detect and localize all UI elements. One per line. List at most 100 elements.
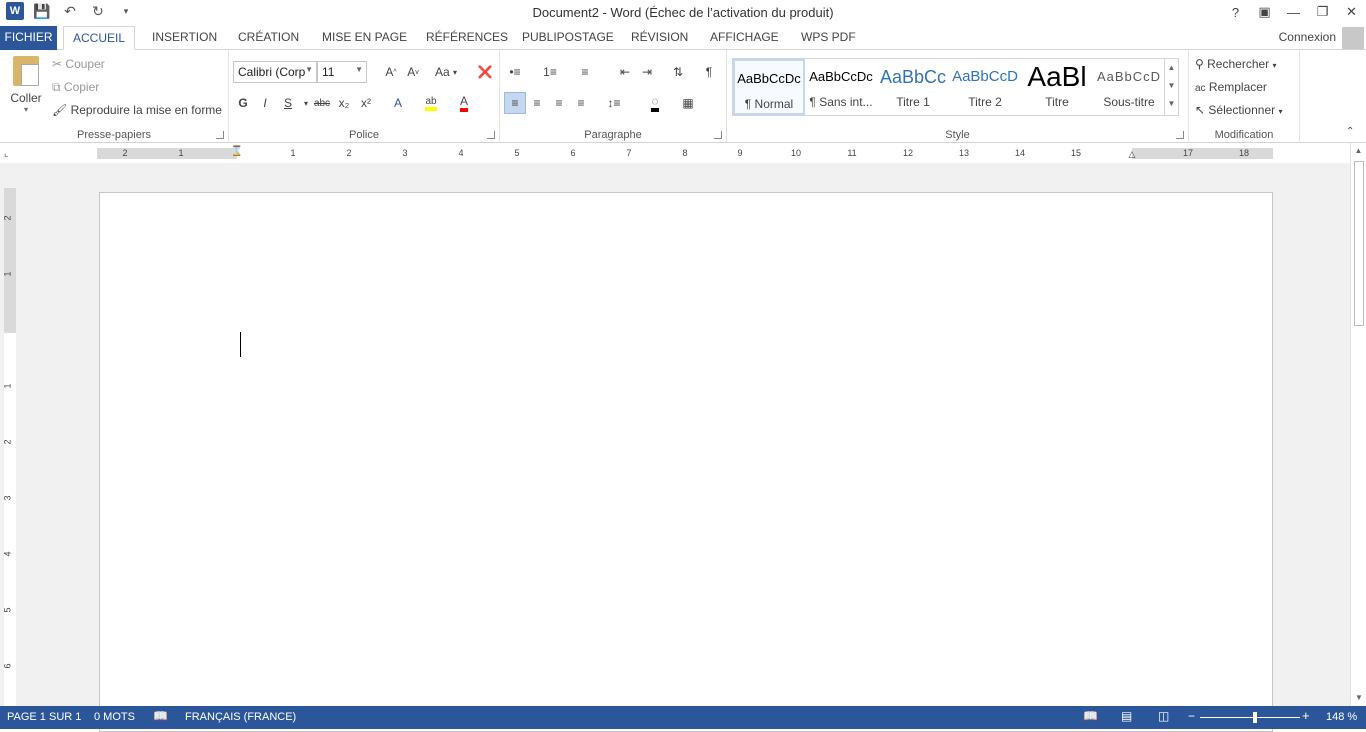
superscript-button[interactable]: x² [355, 92, 377, 114]
align-left-icon[interactable]: ≡ [504, 92, 526, 114]
tab-wps-pdf[interactable]: WPS PDF [792, 26, 865, 50]
minimize-icon[interactable]: — [1279, 0, 1308, 24]
language[interactable]: FRANÇAIS (FRANCE) [185, 711, 296, 723]
find-button[interactable]: ⚲ Rechercher ▾ [1195, 57, 1277, 71]
subscript-button[interactable]: x₂ [333, 92, 355, 114]
style-sans-interligne[interactable]: AaBbCcDc ¶ Sans int... [805, 59, 877, 115]
multilevel-list-icon[interactable]: ≡ [574, 61, 596, 83]
replace-button[interactable]: ac Remplacer [1195, 80, 1267, 94]
web-layout-icon[interactable]: ◫ [1158, 709, 1169, 723]
horizontal-ruler[interactable]: 2 1 1 2 3 4 5 6 7 8 9 10 11 12 13 14 15 … [97, 146, 1273, 160]
line-spacing-icon[interactable]: ↕≡ [603, 92, 625, 114]
style-normal[interactable]: AaBbCcDc ¶ Normal [733, 59, 805, 115]
tab-publipostage[interactable]: PUBLIPOSTAGE [513, 26, 623, 50]
document-page[interactable] [99, 192, 1273, 732]
page-count[interactable]: PAGE 1 SUR 1 [7, 711, 81, 723]
change-case-button[interactable]: Aa ▾ [431, 61, 461, 83]
ruler-tick: 3 [2, 495, 13, 501]
more-styles-icon[interactable]: ▼ [1165, 95, 1178, 113]
scroll-thumb[interactable] [1354, 161, 1364, 326]
tab-affichage[interactable]: AFFICHAGE [701, 26, 788, 50]
paste-button[interactable]: Coller ▾ [6, 56, 46, 114]
chevron-down-icon[interactable]: ▼ [305, 65, 313, 74]
justify-icon[interactable]: ≡ [570, 92, 592, 114]
font-size-combo[interactable]: 11 ▼ [317, 61, 367, 83]
chevron-down-icon[interactable]: ▾ [6, 105, 46, 114]
vertical-ruler[interactable]: 2 1 1 2 3 4 5 6 [2, 188, 16, 706]
tab-revision[interactable]: RÉVISION [622, 26, 697, 50]
dialog-launcher-icon[interactable] [1176, 131, 1184, 139]
zoom-out-icon[interactable]: − [1188, 709, 1195, 723]
chevron-down-icon[interactable]: ▼ [1165, 77, 1178, 95]
zoom-slider-thumb[interactable] [1253, 712, 1257, 723]
styles-scroll[interactable]: ▲ ▼ ▼ [1164, 59, 1178, 115]
indent-marker-icon[interactable]: ⌛ [231, 146, 243, 157]
style-titre-2[interactable]: AaBbCcD Titre 2 [949, 59, 1021, 115]
signin-link[interactable]: Connexion [1279, 30, 1336, 44]
cut-button[interactable]: ✂ Couper [52, 57, 105, 71]
style-name: Titre 2 [968, 95, 1002, 109]
chevron-up-icon[interactable]: ▲ [1165, 59, 1178, 77]
proofing-icon[interactable]: 📖 [153, 709, 168, 723]
avatar[interactable] [1342, 27, 1364, 49]
font-name-combo[interactable]: Calibri (Corp ▼ [233, 61, 317, 83]
text-effects-icon[interactable]: A [387, 92, 409, 114]
close-icon[interactable]: ✕ [1337, 0, 1366, 24]
zoom-slider[interactable] [1200, 717, 1300, 718]
tab-insertion[interactable]: INSERTION [143, 26, 226, 50]
font-color-icon[interactable]: A [453, 92, 475, 114]
italic-button[interactable]: I [254, 92, 276, 114]
tab-accueil[interactable]: ACCUEIL [63, 26, 136, 50]
vertical-scrollbar[interactable]: ▲ ▼ [1350, 143, 1366, 706]
format-painter-button[interactable]: 🖌 Reproduire la mise en forme [52, 103, 222, 117]
bullets-icon[interactable]: •≡ [504, 61, 526, 83]
decrease-indent-icon[interactable]: ⇤ [614, 61, 636, 83]
word-count[interactable]: 0 MOTS [94, 711, 135, 723]
help-button[interactable]: ? [1221, 0, 1250, 24]
find-label: Rechercher [1207, 57, 1270, 71]
zoom-in-icon[interactable]: + [1302, 708, 1310, 723]
tab-creation[interactable]: CRÉATION [229, 26, 308, 50]
align-right-icon[interactable]: ≡ [548, 92, 570, 114]
scroll-down-icon[interactable]: ▼ [1351, 690, 1366, 706]
tab-references[interactable]: RÉFÉRENCES [417, 26, 517, 50]
style-titre[interactable]: AaBl Titre [1021, 59, 1093, 115]
scroll-up-icon[interactable]: ▲ [1351, 143, 1366, 159]
style-name: ¶ Sans int... [809, 95, 873, 109]
increase-indent-icon[interactable]: ⇥ [636, 61, 658, 83]
shrink-font-icon[interactable]: Av [402, 61, 424, 83]
show-formatting-button[interactable]: ¶ [698, 61, 720, 83]
grow-font-icon[interactable]: A ^ [380, 61, 402, 83]
restore-icon[interactable]: ❐ [1308, 0, 1337, 24]
clear-formatting-icon[interactable]: ❌ [474, 61, 496, 83]
shading-icon[interactable]: ◌ [644, 92, 666, 114]
ruler-text-area [4, 333, 16, 706]
right-indent-icon[interactable]: △ [1129, 149, 1136, 160]
tab-mise-en-page[interactable]: MISE EN PAGE [313, 26, 416, 50]
dialog-launcher-icon[interactable] [216, 131, 224, 139]
tab-fichier[interactable]: FICHIER [0, 26, 57, 50]
zoom-level[interactable]: 148 % [1326, 711, 1357, 723]
strikethrough-button[interactable]: abc [311, 92, 333, 114]
group-label-editing: Modification [1214, 129, 1274, 141]
ribbon-display-options-icon[interactable]: ▣ [1250, 0, 1279, 24]
ruler-tick: 5 [514, 148, 520, 158]
dialog-launcher-icon[interactable] [487, 131, 495, 139]
style-name: Titre [1045, 95, 1069, 109]
chevron-down-icon[interactable]: ▼ [355, 65, 363, 74]
print-layout-icon[interactable]: ▤ [1121, 709, 1132, 723]
copy-button[interactable]: ⧉ Copier [52, 80, 99, 95]
tab-selector-icon[interactable]: ⌞ [4, 148, 16, 160]
read-mode-icon[interactable]: 📖 [1083, 709, 1098, 723]
collapse-ribbon-icon[interactable]: ⌃ [1346, 126, 1354, 137]
borders-icon[interactable]: ▦ [677, 92, 699, 114]
sort-icon[interactable]: ⇅ [667, 61, 689, 83]
align-center-icon[interactable]: ≡ [526, 92, 548, 114]
numbering-icon[interactable]: 1≡ [539, 61, 561, 83]
dialog-launcher-icon[interactable] [714, 131, 722, 139]
highlight-icon[interactable]: ab [420, 92, 442, 114]
style-sous-titre[interactable]: AaBbCcD Sous-titre [1093, 59, 1165, 115]
style-titre-1[interactable]: AaBbCc Titre 1 [877, 59, 949, 115]
bold-button[interactable]: G [232, 92, 254, 114]
select-button[interactable]: ↖ Sélectionner ▾ [1195, 103, 1282, 117]
